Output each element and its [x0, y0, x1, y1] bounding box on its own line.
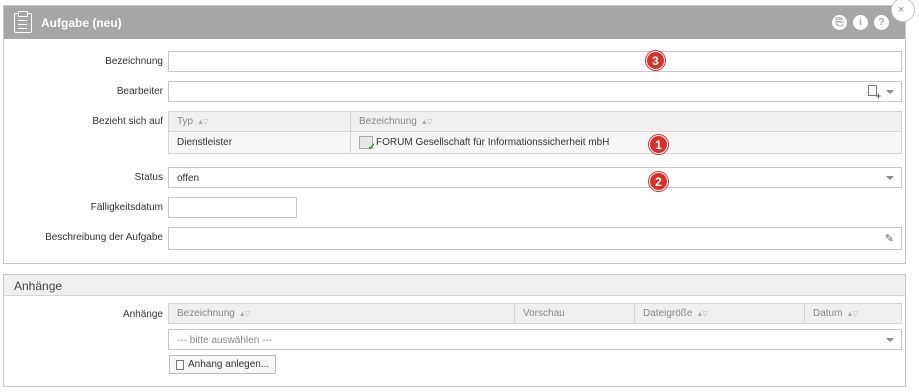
info-icon[interactable]: i: [853, 15, 868, 30]
help-icon[interactable]: ?: [874, 15, 889, 30]
attachments-section-title: Anhänge: [4, 275, 905, 296]
typ-cell: Dienstleister: [168, 131, 351, 154]
add-attachment-label: Anhang anlegen...: [188, 359, 270, 370]
faelligkeitsdatum-input[interactable]: [168, 197, 297, 218]
sort-icon[interactable]: ▲▽: [846, 311, 857, 318]
organization-icon: [359, 136, 376, 153]
bezieht-sich-auf-label: Bezieht sich auf: [92, 116, 163, 127]
attachments-panel: Anhänge Anhänge Bezeichnung ▲▽ Vorschau D…: [3, 274, 906, 387]
bearbeiter-label: Bearbeiter: [116, 86, 163, 97]
bezeichnung-input[interactable]: [168, 51, 902, 72]
clipboard-icon: [14, 10, 32, 33]
task-form-panel: Aufgabe (neu) ⎘ i ? × Bezeichnung Bearbe…: [3, 0, 915, 264]
column-header-typ[interactable]: Typ ▲▽: [168, 111, 351, 132]
reference-table: Typ▲▽ Bezeichnung▲▽ Dienstleister FORUM …: [168, 111, 902, 154]
beschreibung-label: Beschreibung der Aufgabe: [45, 232, 163, 243]
table-row[interactable]: Dienstleister FORUM Gesellschaft für Inf…: [168, 131, 902, 154]
document-icon: [176, 359, 184, 370]
annotation-badge-3: 3: [646, 51, 665, 70]
attachment-select-placeholder: --- bitte auswählen ---: [177, 335, 273, 346]
anhaenge-label: Anhänge: [122, 309, 163, 320]
column-header-vorschau[interactable]: Vorschau: [514, 303, 635, 324]
status-label: Status: [134, 172, 163, 183]
sort-icon[interactable]: ▲▽: [421, 119, 432, 126]
sort-icon[interactable]: ▲▽: [239, 311, 250, 318]
annotation-badge-1: 1: [649, 135, 668, 154]
beschreibung-field[interactable]: ✎: [168, 227, 902, 250]
column-header-bezeichnung[interactable]: Bezeichnung ▲▽: [168, 303, 515, 324]
annotation-badge-2: 2: [649, 172, 668, 191]
window-title: Aufgabe (neu): [41, 15, 122, 30]
column-header-dateigroesse[interactable]: Dateigröße ▲▽: [634, 303, 805, 324]
sort-icon[interactable]: ▲▽: [696, 311, 707, 318]
title-bar: Aufgabe (neu) ⎘ i ?: [4, 6, 905, 39]
faelligkeitsdatum-label: Fälligkeitsdatum: [90, 202, 163, 213]
bezeichnung-label: Bezeichnung: [105, 56, 163, 67]
bezeichnung-cell: FORUM Gesellschaft für Informationssiche…: [350, 131, 902, 154]
bearbeiter-select[interactable]: [168, 81, 902, 102]
add-document-icon[interactable]: [868, 85, 881, 101]
status-select[interactable]: offen: [168, 167, 902, 188]
edit-icon[interactable]: ✎: [885, 232, 894, 245]
attachments-table: Bezeichnung ▲▽ Vorschau Dateigröße ▲▽ Datu…: [168, 303, 902, 324]
chevron-down-icon[interactable]: [886, 338, 894, 342]
chevron-down-icon[interactable]: [886, 90, 894, 94]
clone-icon[interactable]: ⎘: [832, 15, 847, 30]
chevron-down-icon[interactable]: [886, 176, 894, 180]
status-value: offen: [177, 173, 200, 184]
column-header-bezeichnung[interactable]: Bezeichnung ▲▽: [350, 111, 902, 132]
column-header-datum[interactable]: Datum ▲▽: [804, 303, 902, 324]
attachment-select[interactable]: --- bitte auswählen ---: [168, 329, 902, 350]
close-icon[interactable]: ×: [891, 0, 915, 22]
add-attachment-button[interactable]: Anhang anlegen...: [169, 355, 277, 374]
sort-icon[interactable]: ▲▽: [197, 119, 208, 126]
